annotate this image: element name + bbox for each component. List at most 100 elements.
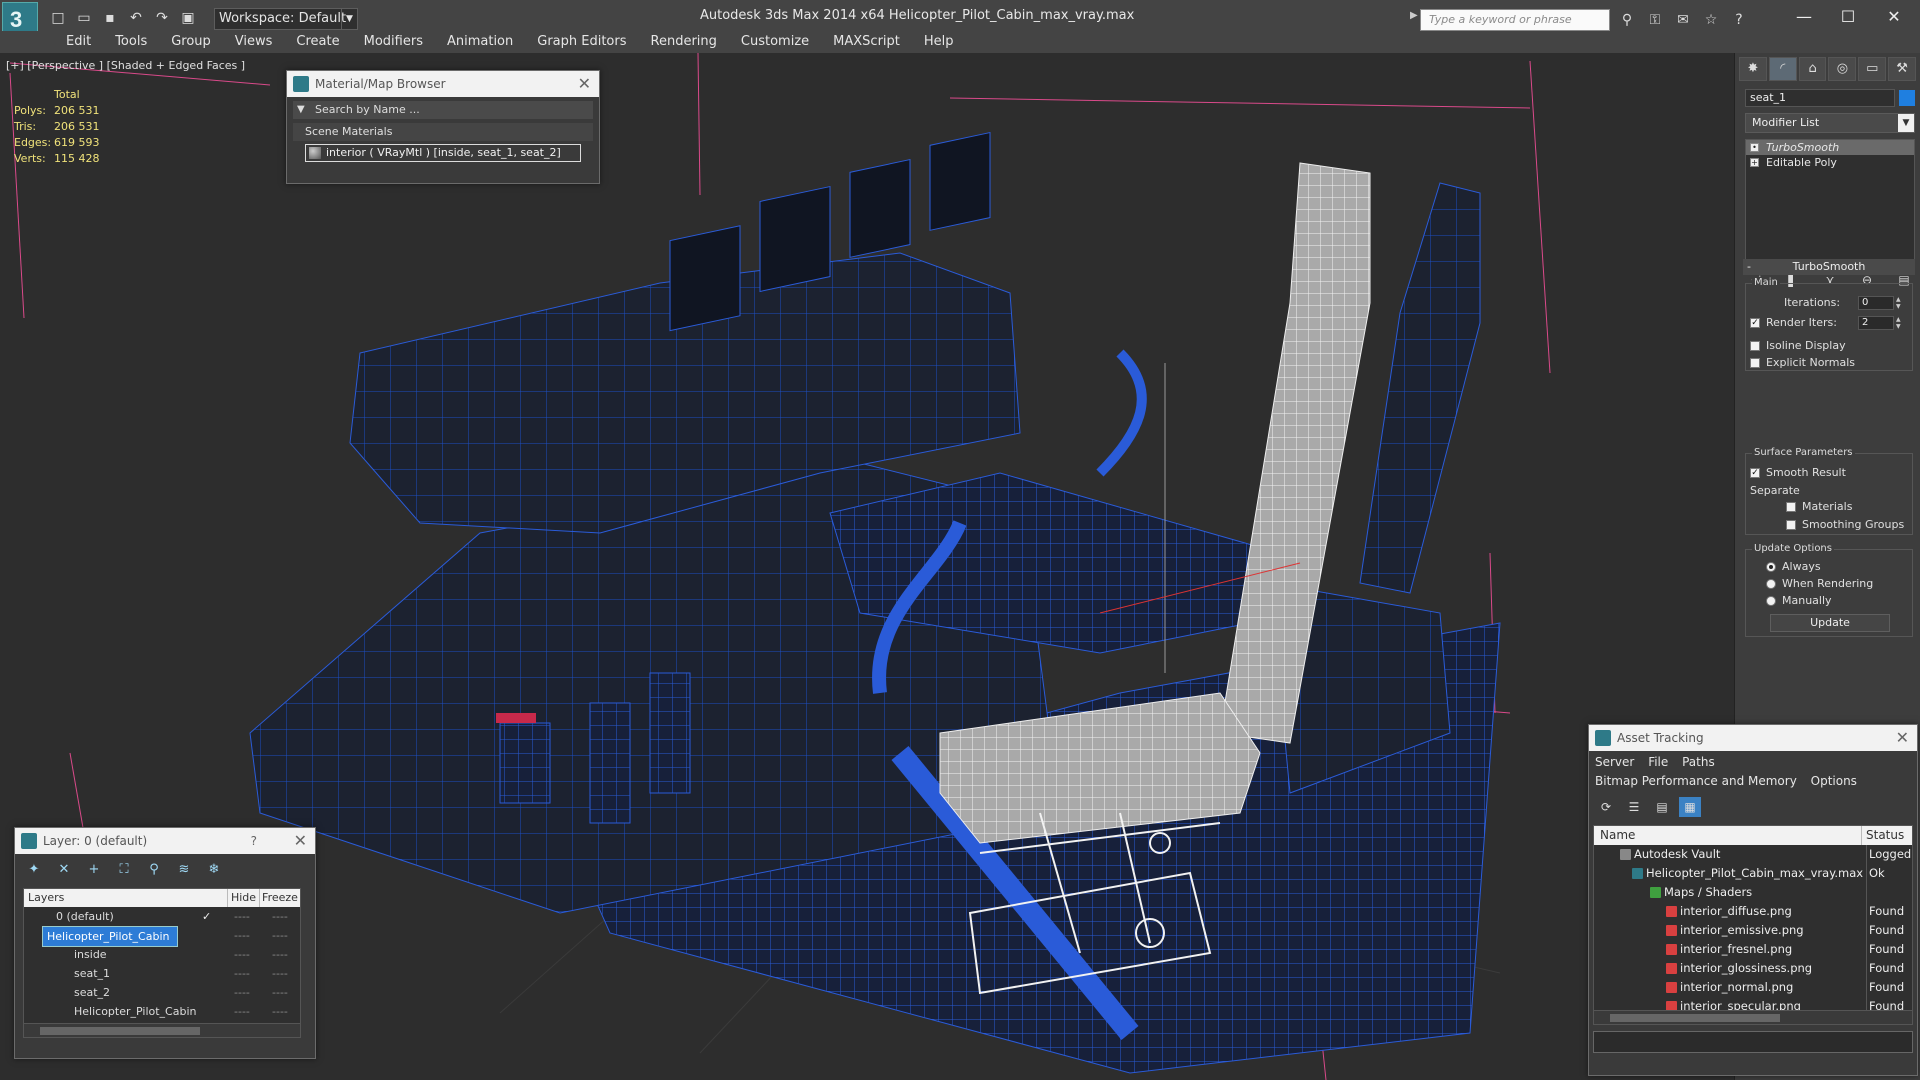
manually-radio[interactable] [1766, 596, 1776, 606]
freeze-all-icon[interactable]: ❄ [203, 860, 225, 880]
asset-tracking-header[interactable]: Asset Tracking ✕ [1589, 725, 1917, 751]
freeze-toggle[interactable]: ---- [272, 945, 288, 964]
object-name-field[interactable]: seat_1 [1745, 89, 1895, 107]
close-icon[interactable]: ✕ [294, 828, 307, 854]
spinner-arrows-icon[interactable]: ▲ ▼ [1896, 296, 1904, 310]
asset-row[interactable]: interior_normal.png Found [1594, 978, 1912, 997]
explicit-normals-checkbox[interactable] [1750, 358, 1760, 368]
hide-toggle[interactable]: ---- [234, 907, 250, 926]
update-button[interactable]: Update [1770, 614, 1890, 632]
asset-row[interactable]: interior_fresnel.png Found [1594, 940, 1912, 959]
modifier-list-dropdown[interactable]: Modifier List ▼ [1745, 113, 1915, 133]
asset-row[interactable]: Maps / Shaders [1594, 883, 1912, 902]
layer-row[interactable]: Helicopter_Pilot_Cabin ---- ---- [24, 926, 300, 947]
new-file-icon[interactable]: □ [48, 8, 68, 28]
render-iters-spinner[interactable]: 2 [1858, 316, 1894, 330]
layer-row[interactable]: seat_2 ---- ---- [24, 983, 300, 1002]
menu-animation[interactable]: Animation [435, 31, 525, 53]
materials-checkbox[interactable] [1786, 502, 1796, 512]
asset-menu-paths[interactable]: Paths [1682, 755, 1715, 769]
close-icon[interactable]: ✕ [1896, 725, 1909, 751]
list-view-icon[interactable]: ☰ [1623, 797, 1645, 817]
material-item[interactable]: interior ( VRayMtl ) [inside, seat_1, se… [305, 144, 581, 162]
menu-rendering[interactable]: Rendering [639, 31, 729, 53]
help-icon[interactable]: ? [1728, 9, 1750, 31]
menu-maxscript[interactable]: MAXScript [821, 31, 912, 53]
freeze-toggle[interactable]: ---- [272, 907, 288, 926]
hierarchy-tab-icon[interactable]: ⌂ [1798, 57, 1827, 81]
render-iters-checkbox[interactable]: ✓ [1750, 318, 1760, 328]
search-input[interactable]: Type a keyword or phrase [1420, 9, 1610, 31]
material-browser-header[interactable]: Material/Map Browser ✕ [287, 71, 599, 97]
create-tab-icon[interactable]: ✸ [1739, 57, 1767, 81]
object-color-swatch[interactable] [1899, 90, 1915, 106]
table-view-icon[interactable]: ▤ [1651, 797, 1673, 817]
col-name[interactable]: Name [1594, 826, 1862, 845]
highlight-layer-icon[interactable]: ⚲ [143, 860, 165, 880]
col-hide[interactable]: Hide [228, 889, 260, 907]
maximize-button[interactable]: ☐ [1826, 2, 1870, 32]
hide-toggle[interactable]: ---- [234, 983, 250, 1002]
binoculars-icon[interactable]: ⚲ [1616, 9, 1638, 31]
communication-icon[interactable]: ✉ [1672, 9, 1694, 31]
asset-path-field[interactable] [1593, 1031, 1913, 1053]
redo-icon[interactable]: ↷ [152, 8, 172, 28]
scrollbar-thumb[interactable] [40, 1027, 200, 1035]
layer-manager-header[interactable]: Layer: 0 (default) ? ✕ [15, 828, 315, 854]
scrollbar-thumb[interactable] [1610, 1014, 1780, 1022]
stack-item-editable-poly[interactable]: + Editable Poly [1746, 155, 1914, 170]
viewport-label[interactable]: [+] [Perspective ] [Shaded + Edged Faces… [6, 59, 245, 72]
stack-item-turbosmooth[interactable]: • TurboSmooth [1746, 140, 1914, 155]
turbosmooth-rollout-header[interactable]: - TurboSmooth [1743, 259, 1915, 275]
help-icon[interactable]: ? [251, 828, 257, 854]
chevron-down-icon[interactable]: ▼ [297, 101, 305, 119]
menu-modifiers[interactable]: Modifiers [352, 31, 435, 53]
asset-row[interactable]: interior_diffuse.png Found [1594, 902, 1912, 921]
menu-edit[interactable]: Edit [54, 31, 103, 53]
always-radio[interactable] [1766, 562, 1776, 572]
menu-graph-editors[interactable]: Graph Editors [525, 31, 638, 53]
asset-row[interactable]: interior_glossiness.png Found [1594, 959, 1912, 978]
select-objects-icon[interactable]: ⛶ [113, 860, 135, 880]
freeze-toggle[interactable]: ---- [272, 1002, 288, 1021]
menu-customize[interactable]: Customize [729, 31, 821, 53]
freeze-toggle[interactable]: ---- [272, 926, 288, 945]
layer-row[interactable]: Helicopter_Pilot_Cabin ---- ---- [24, 1002, 300, 1021]
subscription-icon[interactable]: ⚿ [1644, 9, 1666, 31]
open-icon[interactable]: ▭ [74, 8, 94, 28]
col-freeze[interactable]: Freeze [260, 889, 300, 907]
search-expand-icon[interactable]: ▶ [1410, 10, 1418, 21]
hide-toggle[interactable]: ---- [234, 926, 250, 945]
col-layers[interactable]: Layers [24, 889, 228, 907]
freeze-toggle[interactable]: ---- [272, 983, 288, 1002]
asset-menu-options[interactable]: Options [1811, 774, 1857, 788]
layer-row[interactable]: seat_1 ---- ---- [24, 964, 300, 983]
expand-icon[interactable]: + [1750, 158, 1759, 167]
menu-tools[interactable]: Tools [103, 31, 159, 53]
smooth-result-checkbox[interactable]: ✓ [1750, 468, 1760, 478]
spinner-arrows-icon[interactable]: ▲ ▼ [1896, 316, 1904, 330]
menu-help[interactable]: Help [912, 31, 966, 53]
refresh-icon[interactable]: ⟳ [1595, 797, 1617, 817]
close-button[interactable]: ✕ [1872, 2, 1916, 32]
delete-layer-icon[interactable]: ✕ [53, 860, 75, 880]
asset-row[interactable]: Helicopter_Pilot_Cabin_max_vray.max Ok [1594, 864, 1912, 883]
motion-tab-icon[interactable]: ◎ [1828, 57, 1857, 81]
layer-horizontal-scrollbar[interactable] [24, 1023, 300, 1037]
menu-create[interactable]: Create [284, 31, 351, 53]
asset-menu-bitmap[interactable]: Bitmap Performance and Memory [1595, 774, 1797, 788]
asset-menu-file[interactable]: File [1648, 755, 1668, 769]
asset-row[interactable]: Autodesk Vault Logged [1594, 845, 1912, 864]
scene-materials-section[interactable]: Scene Materials [293, 123, 593, 141]
save-icon[interactable]: ▪ [100, 8, 120, 28]
minimize-button[interactable]: — [1782, 2, 1826, 32]
isoline-checkbox[interactable] [1750, 341, 1760, 351]
iterations-spinner[interactable]: 0 [1858, 296, 1894, 310]
new-layer-icon[interactable]: ✦ [23, 860, 45, 880]
add-to-layer-icon[interactable]: + [83, 860, 105, 880]
smoothing-groups-checkbox[interactable] [1786, 520, 1796, 530]
asset-horizontal-scrollbar[interactable] [1594, 1010, 1912, 1024]
utilities-tab-icon[interactable]: ⚒ [1888, 57, 1916, 81]
favorites-icon[interactable]: ☆ [1700, 9, 1722, 31]
project-icon[interactable]: ▣ [178, 8, 198, 28]
